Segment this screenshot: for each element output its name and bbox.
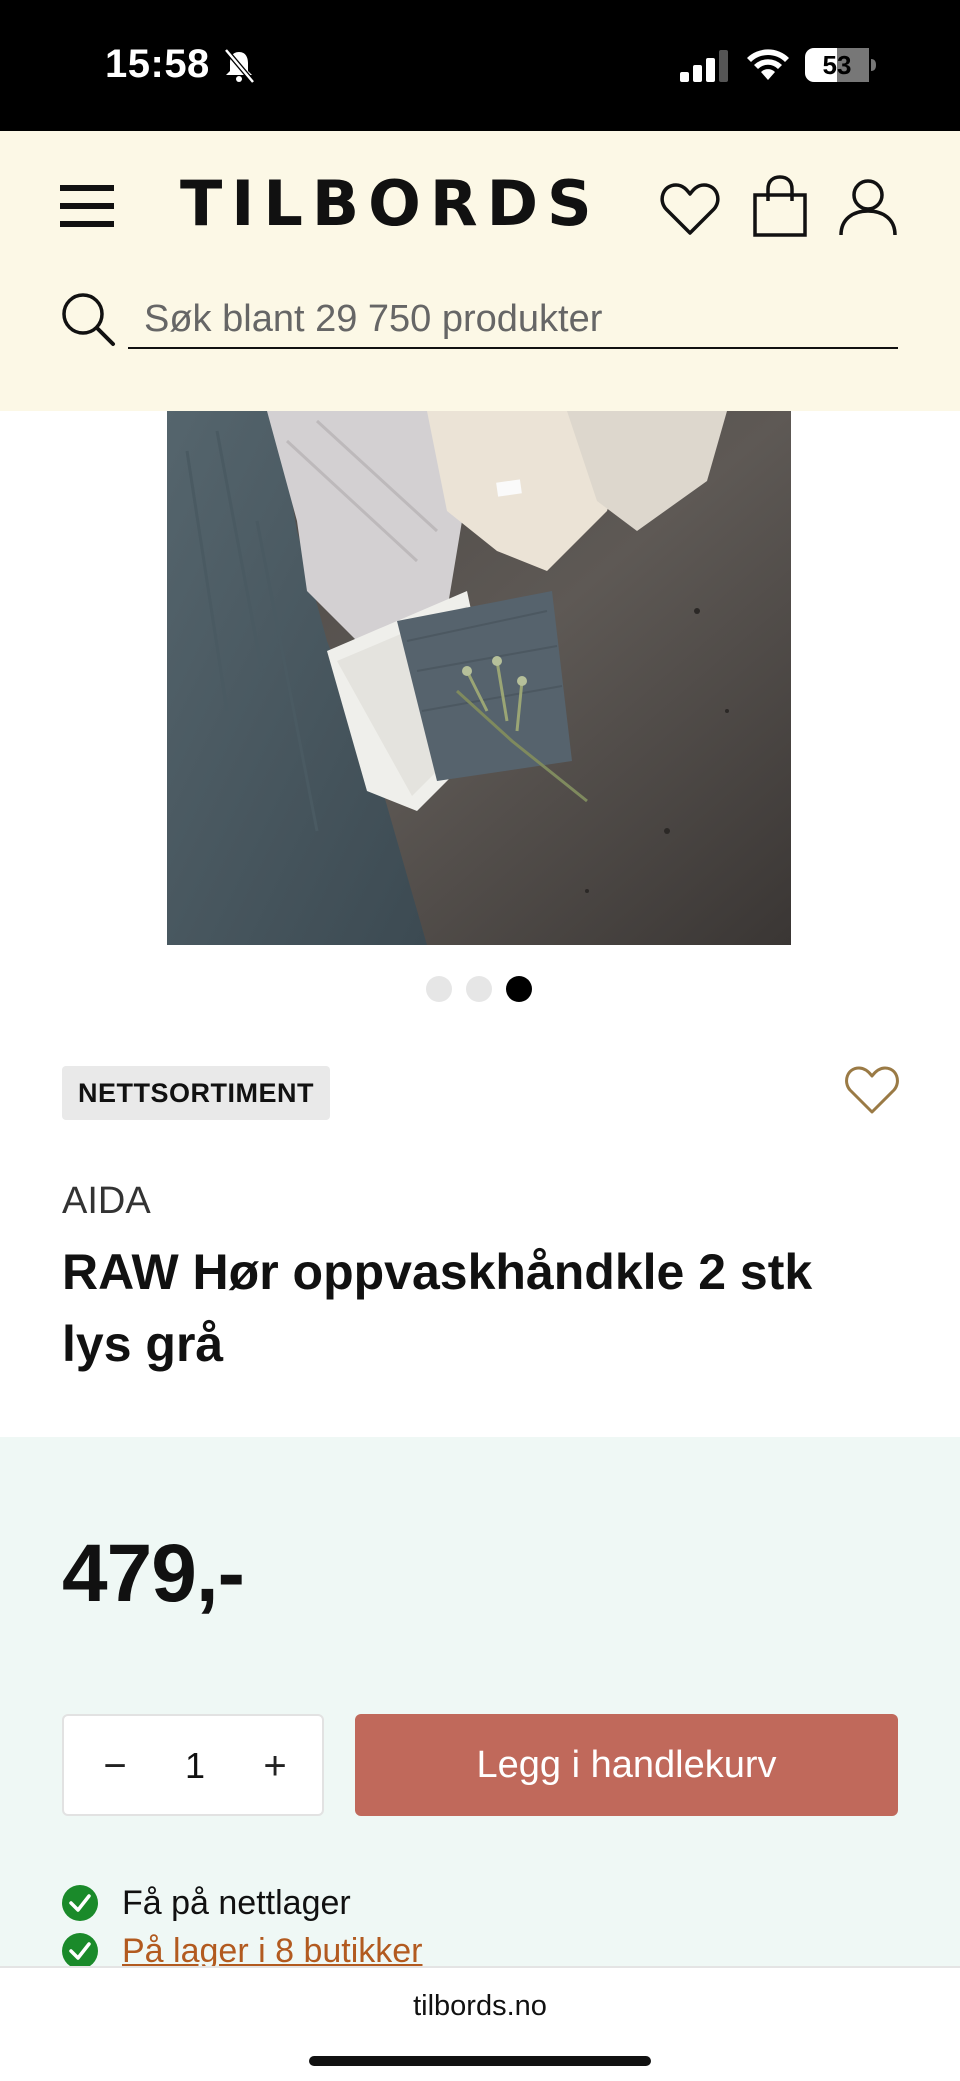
status-time: 15:58: [105, 42, 210, 86]
user-icon[interactable]: [838, 177, 898, 237]
site-logo[interactable]: TILBORDS: [180, 167, 601, 240]
carousel-dots: [426, 976, 534, 1002]
quantity-increase-button[interactable]: +: [240, 1730, 310, 1802]
quantity-decrease-button[interactable]: −: [80, 1730, 150, 1802]
site-header: TILBORDS: [0, 131, 960, 411]
product-image[interactable]: [167, 411, 791, 945]
product-price: 479,-: [62, 1528, 245, 1619]
carousel-dot-1[interactable]: [426, 976, 452, 1002]
browser-url-bar: tilbords.no: [0, 1966, 960, 2081]
menu-icon[interactable]: [60, 181, 114, 231]
search-input[interactable]: [128, 291, 898, 349]
quantity-stepper: − 1 +: [62, 1714, 324, 1816]
stock-stores-link[interactable]: På lager i 8 butikker: [122, 1931, 423, 1971]
purchase-section: 479,- − 1 + Legg i handlekurv Få på nett…: [0, 1437, 960, 1970]
product-title: RAW Hør oppvaskhåndkle 2 stk lys grå: [62, 1244, 813, 1372]
wifi-icon: [747, 49, 789, 80]
wishlist-heart-icon[interactable]: [844, 1064, 900, 1116]
bell-muted-icon: [224, 48, 255, 84]
availability-badge: NETTSORTIMENT: [62, 1066, 330, 1120]
url-text[interactable]: tilbords.no: [0, 1990, 960, 2023]
carousel-dot-2[interactable]: [466, 976, 492, 1002]
stock-online-text: Få på nettlager: [122, 1884, 351, 1922]
check-icon: [62, 1885, 98, 1921]
product-brand[interactable]: AIDA: [62, 1180, 151, 1223]
status-bar: 15:58 53: [0, 0, 960, 131]
search-icon[interactable]: [60, 291, 116, 347]
heart-icon[interactable]: [660, 181, 720, 237]
check-icon: [62, 1933, 98, 1969]
battery-level: 53: [822, 50, 852, 80]
product-photo: [167, 411, 791, 945]
add-to-cart-button[interactable]: Legg i handlekurv: [355, 1714, 898, 1816]
carousel-dot-3[interactable]: [506, 976, 532, 1002]
home-indicator[interactable]: [309, 2056, 651, 2066]
signal-icon: [680, 50, 728, 82]
quantity-value[interactable]: 1: [160, 1730, 230, 1802]
bag-icon[interactable]: [752, 175, 808, 237]
